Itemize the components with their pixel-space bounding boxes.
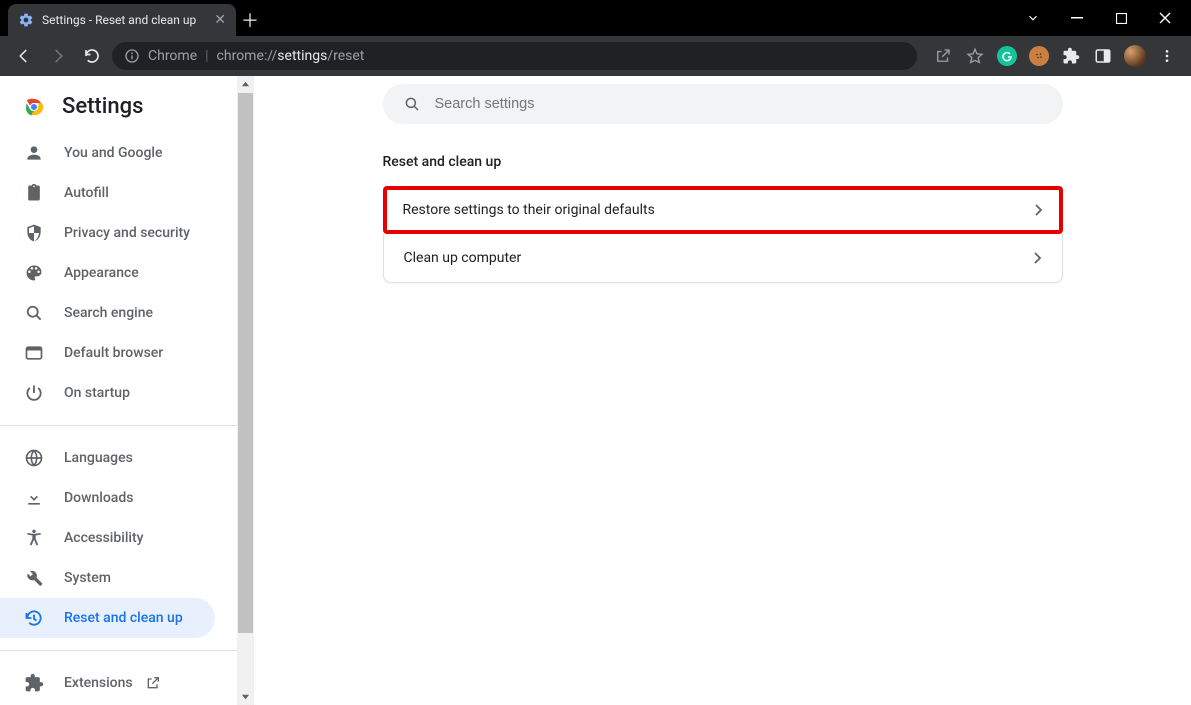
sidebar-item-autofill[interactable]: Autofill [0, 173, 215, 213]
sidebar-scrollbar[interactable] [237, 76, 254, 705]
new-tab-button[interactable]: ＋ [236, 4, 264, 36]
browser-icon [24, 343, 44, 363]
search-icon [403, 95, 421, 113]
sidebar-item-label: Autofill [64, 185, 109, 201]
window-controls [1013, 0, 1191, 36]
url-box[interactable]: Chrome | chrome://settings/reset [112, 42, 917, 70]
extensions-puzzle-icon[interactable] [1057, 42, 1085, 70]
content-area: Reset and clean up Restore settings to t… [254, 76, 1191, 705]
sidebar-item-accessibility[interactable]: Accessibility [0, 518, 215, 558]
browser-tab[interactable]: Settings - Reset and clean up ✕ [8, 4, 236, 36]
palette-icon [24, 263, 44, 283]
restore-icon [24, 608, 44, 628]
settings-header: Settings [0, 94, 237, 133]
bookmark-star-icon[interactable] [961, 42, 989, 70]
shield-icon [24, 223, 44, 243]
url-text: chrome://settings/reset [217, 48, 365, 64]
sidebar-item-search-engine[interactable]: Search engine [0, 293, 215, 333]
sidebar-item-label: Search engine [64, 305, 153, 321]
back-button[interactable] [10, 42, 38, 70]
wrench-icon [24, 568, 44, 588]
chrome-logo-icon [22, 95, 46, 119]
site-info-icon[interactable] [124, 48, 140, 64]
person-icon [24, 143, 44, 163]
sidebar-item-appearance[interactable]: Appearance [0, 253, 215, 293]
sidebar-item-label: Default browser [64, 345, 163, 361]
download-icon [24, 488, 44, 508]
section-title: Reset and clean up [383, 154, 1063, 170]
chevron-right-icon [1035, 204, 1043, 216]
extension-grammarly-icon[interactable] [993, 42, 1021, 70]
titlebar: Settings - Reset and clean up ✕ ＋ [0, 0, 1191, 36]
sidebar-item-downloads[interactable]: Downloads [0, 478, 215, 518]
sidebar-item-label: Privacy and security [64, 225, 190, 241]
sidebar-item-system[interactable]: System [0, 558, 215, 598]
row-label: Restore settings to their original defau… [403, 202, 655, 218]
reload-button[interactable] [78, 42, 106, 70]
sidebar: Settings You and Google Autofill Privacy a… [0, 76, 237, 705]
scroll-up-icon[interactable] [237, 76, 254, 93]
sidebar-item-label: Extensions [64, 675, 133, 691]
search-settings[interactable] [383, 84, 1063, 124]
profile-avatar[interactable] [1121, 42, 1149, 70]
highlighted-row: Restore settings to their original defau… [383, 186, 1063, 234]
row-label: Clean up computer [404, 250, 522, 266]
sidebar-item-default-browser[interactable]: Default browser [0, 333, 215, 373]
sidebar-item-label: Downloads [64, 490, 133, 506]
sidebar-item-extensions[interactable]: Extensions [0, 663, 237, 703]
search-icon [24, 303, 44, 323]
assignment-icon [24, 183, 44, 203]
extension-cookie-icon[interactable] [1025, 42, 1053, 70]
close-window-button[interactable] [1145, 0, 1185, 36]
tab-title: Settings - Reset and clean up [42, 13, 208, 27]
sidebar-item-label: On startup [64, 385, 130, 401]
sidebar-item-reset-and-clean-up[interactable]: Reset and clean up [0, 598, 215, 638]
chevron-down-icon[interactable] [1013, 0, 1053, 36]
tab-close-icon[interactable]: ✕ [214, 12, 226, 28]
sidebar-item-label: System [64, 570, 111, 586]
page-title: Settings [62, 94, 143, 119]
chevron-right-icon [1034, 252, 1042, 264]
maximize-button[interactable] [1101, 0, 1141, 36]
puzzle-icon [24, 673, 44, 693]
sidebar-item-on-startup[interactable]: On startup [0, 373, 215, 413]
url-label: Chrome [148, 48, 197, 64]
clean-up-computer-row[interactable]: Clean up computer [384, 234, 1062, 282]
sidebar-item-label: Reset and clean up [64, 610, 183, 626]
sidebar-item-label: Appearance [64, 265, 139, 281]
scroll-thumb[interactable] [238, 93, 253, 633]
sidebar-item-you-and-google[interactable]: You and Google [0, 133, 215, 173]
address-bar: Chrome | chrome://settings/reset [0, 36, 1191, 76]
forward-button[interactable] [44, 42, 72, 70]
sidebar-item-label: You and Google [64, 145, 162, 161]
open-external-icon [145, 675, 161, 691]
minimize-button[interactable] [1057, 0, 1097, 36]
kebab-menu-icon[interactable] [1153, 42, 1181, 70]
sidebar-item-label: Languages [64, 450, 133, 466]
side-panel-icon[interactable] [1089, 42, 1117, 70]
power-icon [24, 383, 44, 403]
globe-icon [24, 448, 44, 468]
accessibility-icon [24, 528, 44, 548]
sidebar-item-label: Accessibility [64, 530, 143, 546]
scroll-down-icon[interactable] [237, 688, 254, 705]
settings-gear-icon [18, 12, 34, 28]
sidebar-item-privacy-and-security[interactable]: Privacy and security [0, 213, 215, 253]
sidebar-item-languages[interactable]: Languages [0, 438, 215, 478]
search-input[interactable] [435, 96, 1043, 112]
share-icon[interactable] [929, 42, 957, 70]
restore-defaults-row[interactable]: Restore settings to their original defau… [387, 190, 1059, 230]
